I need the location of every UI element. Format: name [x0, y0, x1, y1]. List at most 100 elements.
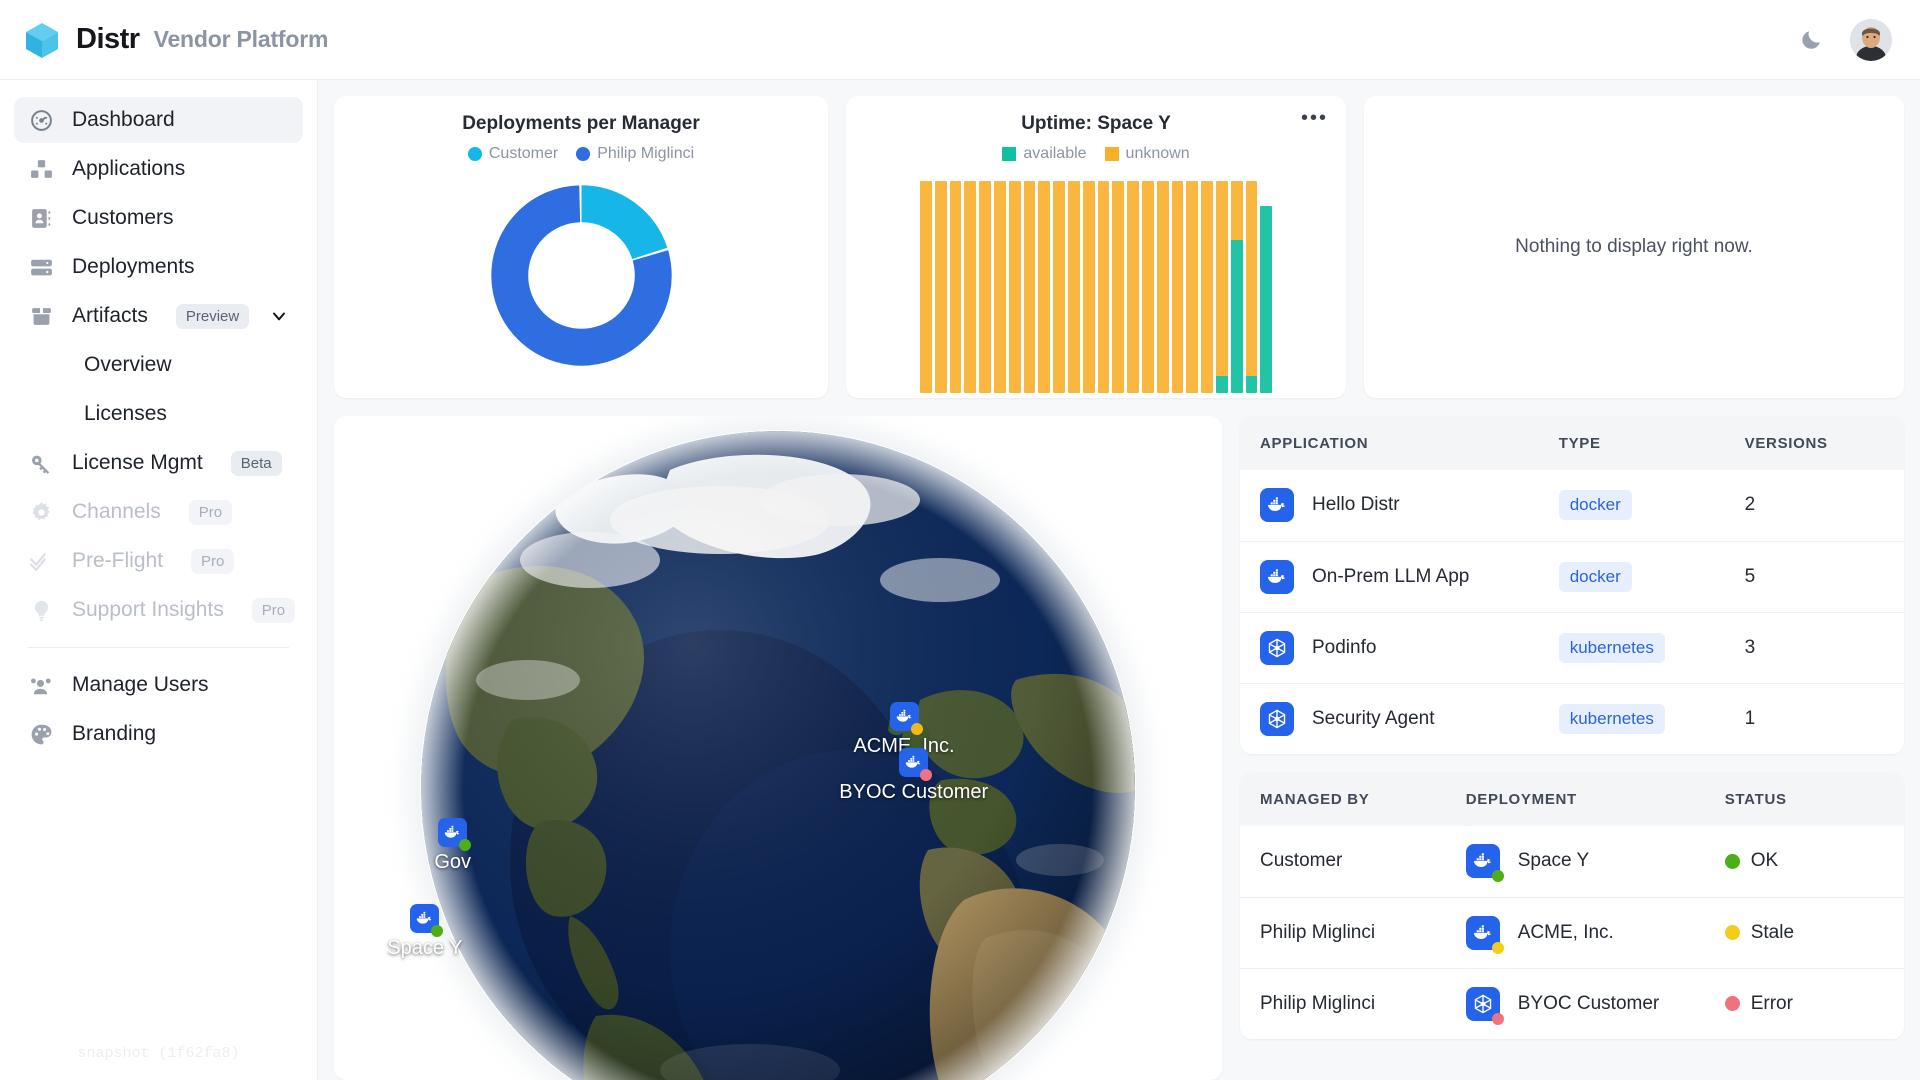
status-badge: OK: [1751, 850, 1778, 872]
table-row[interactable]: Philip MiglinciBYOC CustomerError: [1240, 968, 1904, 1039]
sidebar-item-customers[interactable]: Customers: [14, 195, 303, 241]
sidebar-item-license-mgmt[interactable]: License Mgmt Beta: [14, 440, 303, 486]
status-cell: Error: [1725, 968, 1904, 1039]
uptime-bar-unknown: [1024, 181, 1036, 393]
legend-swatch-icon: [1002, 147, 1016, 161]
uptime-bar-chart: [920, 181, 1272, 393]
globe-marker[interactable]: BYOC Customer: [839, 748, 988, 804]
earth-globe[interactable]: [420, 430, 1136, 1080]
top-bar-actions: [1798, 19, 1898, 61]
top-bar: Distr Vendor Platform: [0, 0, 1920, 80]
type-chip: docker: [1559, 562, 1632, 592]
uptime-bar[interactable]: [979, 181, 991, 393]
uptime-bar[interactable]: [1038, 181, 1050, 393]
globe-card[interactable]: ACME, Inc.BYOC CustomerGovSpace Y: [334, 416, 1222, 1080]
sidebar-badge-pro: Pro: [189, 500, 232, 525]
uptime-bar-available: [1216, 376, 1228, 393]
docker-icon: [890, 702, 919, 731]
sidebar-item-label: Manage Users: [72, 673, 209, 697]
application-name: On-Prem LLM App: [1312, 566, 1469, 588]
uptime-bar[interactable]: [964, 181, 976, 393]
uptime-bar[interactable]: [1127, 181, 1139, 393]
uptime-bar[interactable]: [1098, 181, 1110, 393]
uptime-bar-unknown: [1098, 181, 1110, 393]
sidebar-item-channels: Channels Pro: [14, 489, 303, 535]
uptime-bar[interactable]: [1260, 206, 1272, 393]
application-cell: Podinfo: [1240, 612, 1559, 683]
docker-icon: [438, 818, 467, 847]
cube-icon: [22, 20, 62, 60]
table-row[interactable]: Philip MiglinciACME, Inc.Stale: [1240, 897, 1904, 968]
type-cell: kubernetes: [1559, 612, 1745, 683]
globe-marker[interactable]: Gov: [434, 818, 471, 874]
uptime-bar[interactable]: [1157, 181, 1169, 393]
sidebar-item-dashboard[interactable]: Dashboard: [14, 97, 303, 143]
uptime-bar[interactable]: [1068, 181, 1080, 393]
type-cell: docker: [1559, 470, 1745, 541]
sidebar-item-label: Support Insights: [72, 598, 224, 622]
legend-item[interactable]: Customer: [468, 145, 558, 163]
uptime-bar[interactable]: [950, 181, 962, 393]
sidebar-subitem-licenses[interactable]: Licenses: [14, 391, 303, 437]
uptime-bar[interactable]: [1009, 181, 1021, 393]
uptime-bar[interactable]: [1083, 181, 1095, 393]
avatar[interactable]: [1850, 19, 1892, 61]
deployments-table: MANAGED BY DEPLOYMENT STATUS CustomerSpa…: [1240, 772, 1904, 1039]
legend-item[interactable]: Philip Miglinci: [576, 145, 694, 163]
sidebar-badge-beta: Beta: [231, 451, 282, 476]
legend-item[interactable]: available: [1002, 145, 1086, 163]
sidebar-item-artifacts[interactable]: Artifacts Preview: [14, 293, 303, 339]
gauge-icon: [28, 107, 54, 133]
status-corner-dot: [459, 839, 471, 851]
table-row[interactable]: On-Prem LLM Appdocker5: [1240, 541, 1904, 612]
brand-name: Distr: [76, 23, 140, 56]
sidebar-subitem-overview[interactable]: Overview: [14, 342, 303, 388]
more-horizontal-icon[interactable]: •••: [1301, 112, 1328, 124]
globe-container[interactable]: ACME, Inc.BYOC CustomerGovSpace Y: [334, 416, 1222, 1080]
sidebar-item-manage-users[interactable]: Manage Users: [14, 662, 303, 708]
sidebar-item-support-insights: Support Insights Pro: [14, 587, 303, 633]
uptime-bar[interactable]: [1216, 181, 1228, 393]
globe-marker[interactable]: Space Y: [387, 904, 462, 960]
table-row[interactable]: CustomerSpace YOK: [1240, 826, 1904, 897]
sidebar-item-applications[interactable]: Applications: [14, 146, 303, 192]
uptime-bar[interactable]: [1112, 181, 1124, 393]
uptime-bar[interactable]: [1024, 181, 1036, 393]
uptime-bar[interactable]: [1186, 181, 1198, 393]
uptime-bar[interactable]: [1172, 181, 1184, 393]
globe-marker-label: Space Y: [387, 937, 462, 960]
uptime-bar[interactable]: [1231, 181, 1243, 393]
uptime-bar[interactable]: [1053, 181, 1065, 393]
table-row[interactable]: Hello Distrdocker2: [1240, 470, 1904, 541]
key-icon: [28, 450, 54, 476]
sidebar-item-branding[interactable]: Branding: [14, 711, 303, 757]
uptime-bar[interactable]: [920, 181, 932, 393]
uptime-bar[interactable]: [935, 181, 947, 393]
application-cell: Hello Distr: [1240, 470, 1559, 541]
sidebar-badge-pro: Pro: [191, 549, 234, 574]
applications-table-card: APPLICATION TYPE VERSIONS Hello Distrdoc…: [1240, 416, 1904, 754]
status-dot-icon: [1725, 925, 1740, 940]
table-row[interactable]: Podinfokubernetes3: [1240, 612, 1904, 683]
uptime-bar-available: [1246, 376, 1258, 393]
globe-marker-label: Gov: [434, 851, 471, 874]
snapshot-version: snapshot (1f62fa8): [0, 1045, 317, 1062]
managed-by-cell: Philip Miglinci: [1240, 968, 1466, 1039]
uptime-bar[interactable]: [1246, 181, 1258, 393]
sidebar-item-label: Deployments: [72, 255, 195, 279]
table-header: MANAGED BY DEPLOYMENT STATUS: [1240, 772, 1904, 826]
moon-icon[interactable]: [1798, 27, 1824, 53]
brand-subtitle: Vendor Platform: [154, 26, 329, 53]
docker-icon: [410, 904, 439, 933]
chevron-down-icon[interactable]: [269, 306, 289, 326]
uptime-bar-unknown: [950, 181, 962, 393]
legend-item[interactable]: unknown: [1105, 145, 1190, 163]
tables-column: APPLICATION TYPE VERSIONS Hello Distrdoc…: [1240, 416, 1904, 1080]
table-row[interactable]: Security Agentkubernetes1: [1240, 683, 1904, 754]
sidebar-item-deployments[interactable]: Deployments: [14, 244, 303, 290]
uptime-bar[interactable]: [1201, 181, 1213, 393]
legend-label: unknown: [1126, 145, 1190, 163]
uptime-bar[interactable]: [1142, 181, 1154, 393]
uptime-bar[interactable]: [994, 181, 1006, 393]
brand[interactable]: Distr Vendor Platform: [22, 20, 328, 60]
